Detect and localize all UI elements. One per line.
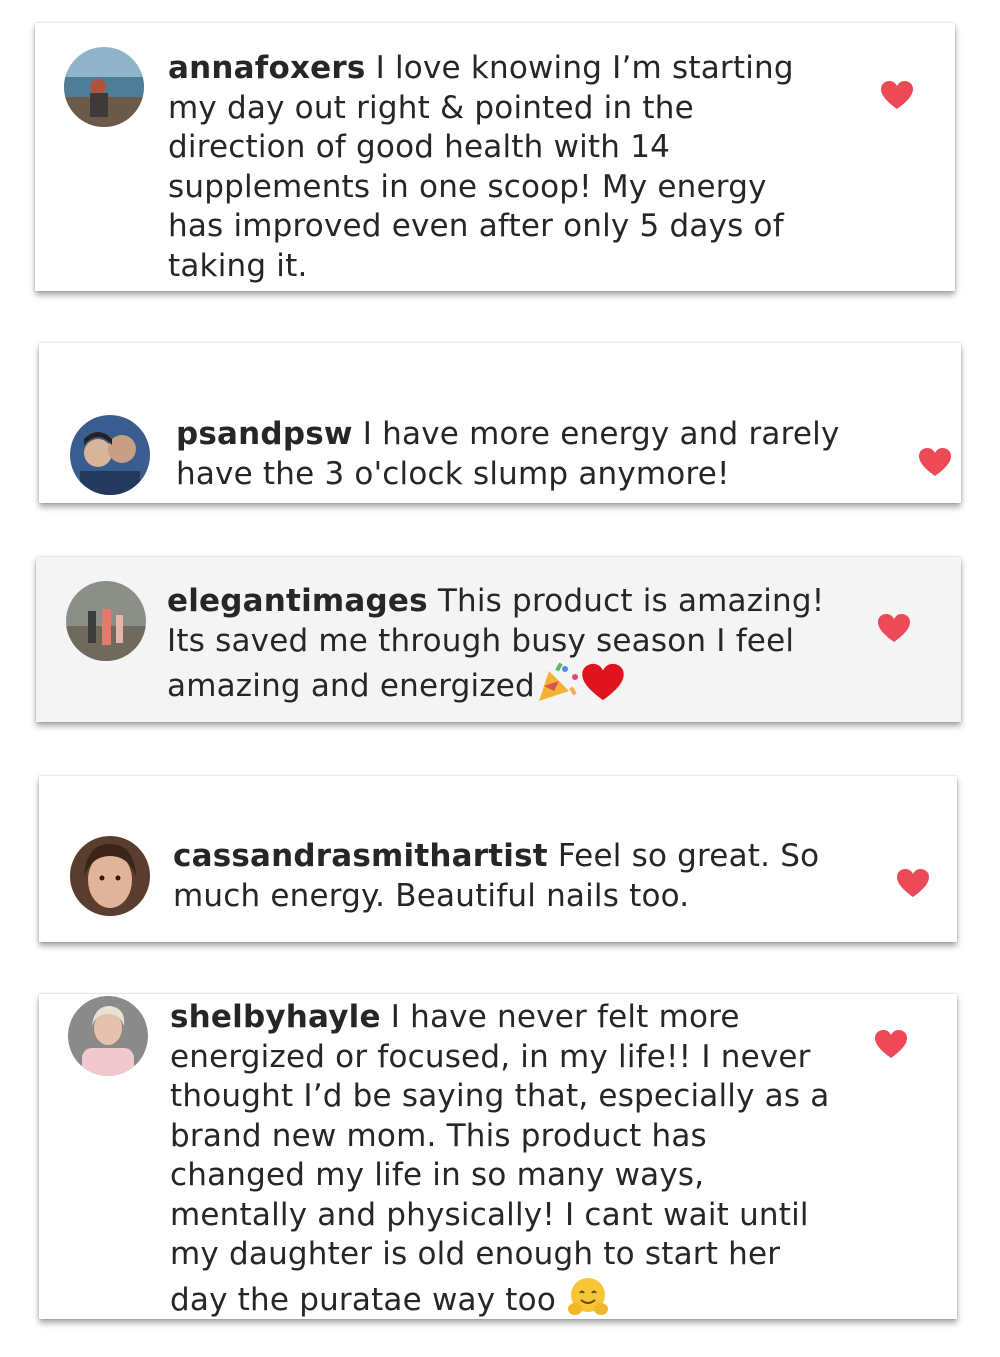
comment-card: shelbyhayle I have never felt more energ… <box>39 994 957 1319</box>
avatar[interactable] <box>68 996 148 1076</box>
comment-card: cassandrasmithartist Feel so great. So m… <box>39 776 957 942</box>
avatar[interactable] <box>70 415 150 495</box>
comment-text: elegantimages This product is amazing! I… <box>167 582 847 714</box>
comment-text: cassandrasmithartist Feel so great. So m… <box>173 837 863 916</box>
comment-card: psandpsw I have more energy and rarely h… <box>39 343 961 503</box>
comment-text: shelbyhayle I have never felt more energ… <box>170 998 830 1319</box>
like-heart-icon[interactable] <box>896 868 930 898</box>
avatar[interactable] <box>66 581 146 661</box>
username-link[interactable]: shelbyhayle <box>170 999 381 1035</box>
comment-card: elegantimages This product is amazing! I… <box>36 557 961 722</box>
party-popper-icon <box>535 661 581 714</box>
comment-body: I have never felt more energized or focu… <box>170 999 830 1318</box>
like-heart-icon[interactable] <box>877 613 911 643</box>
comment-text: psandpsw I have more energy and rarely h… <box>176 415 876 494</box>
like-heart-icon[interactable] <box>918 447 952 477</box>
hugging-face-icon <box>566 1275 610 1320</box>
username-link[interactable]: cassandrasmithartist <box>173 838 548 874</box>
username-link[interactable]: elegantimages <box>167 583 428 619</box>
username-link[interactable]: psandpsw <box>176 416 353 452</box>
username-link[interactable]: annafoxers <box>168 50 366 86</box>
red-heart-icon <box>581 662 625 713</box>
avatar[interactable] <box>64 47 144 127</box>
comment-text: annafoxers I love knowing I’m starting m… <box>168 49 808 286</box>
like-heart-icon[interactable] <box>880 80 914 110</box>
comment-card: annafoxers I love knowing I’m starting m… <box>35 23 955 291</box>
like-heart-icon[interactable] <box>874 1029 908 1059</box>
avatar[interactable] <box>70 836 150 916</box>
